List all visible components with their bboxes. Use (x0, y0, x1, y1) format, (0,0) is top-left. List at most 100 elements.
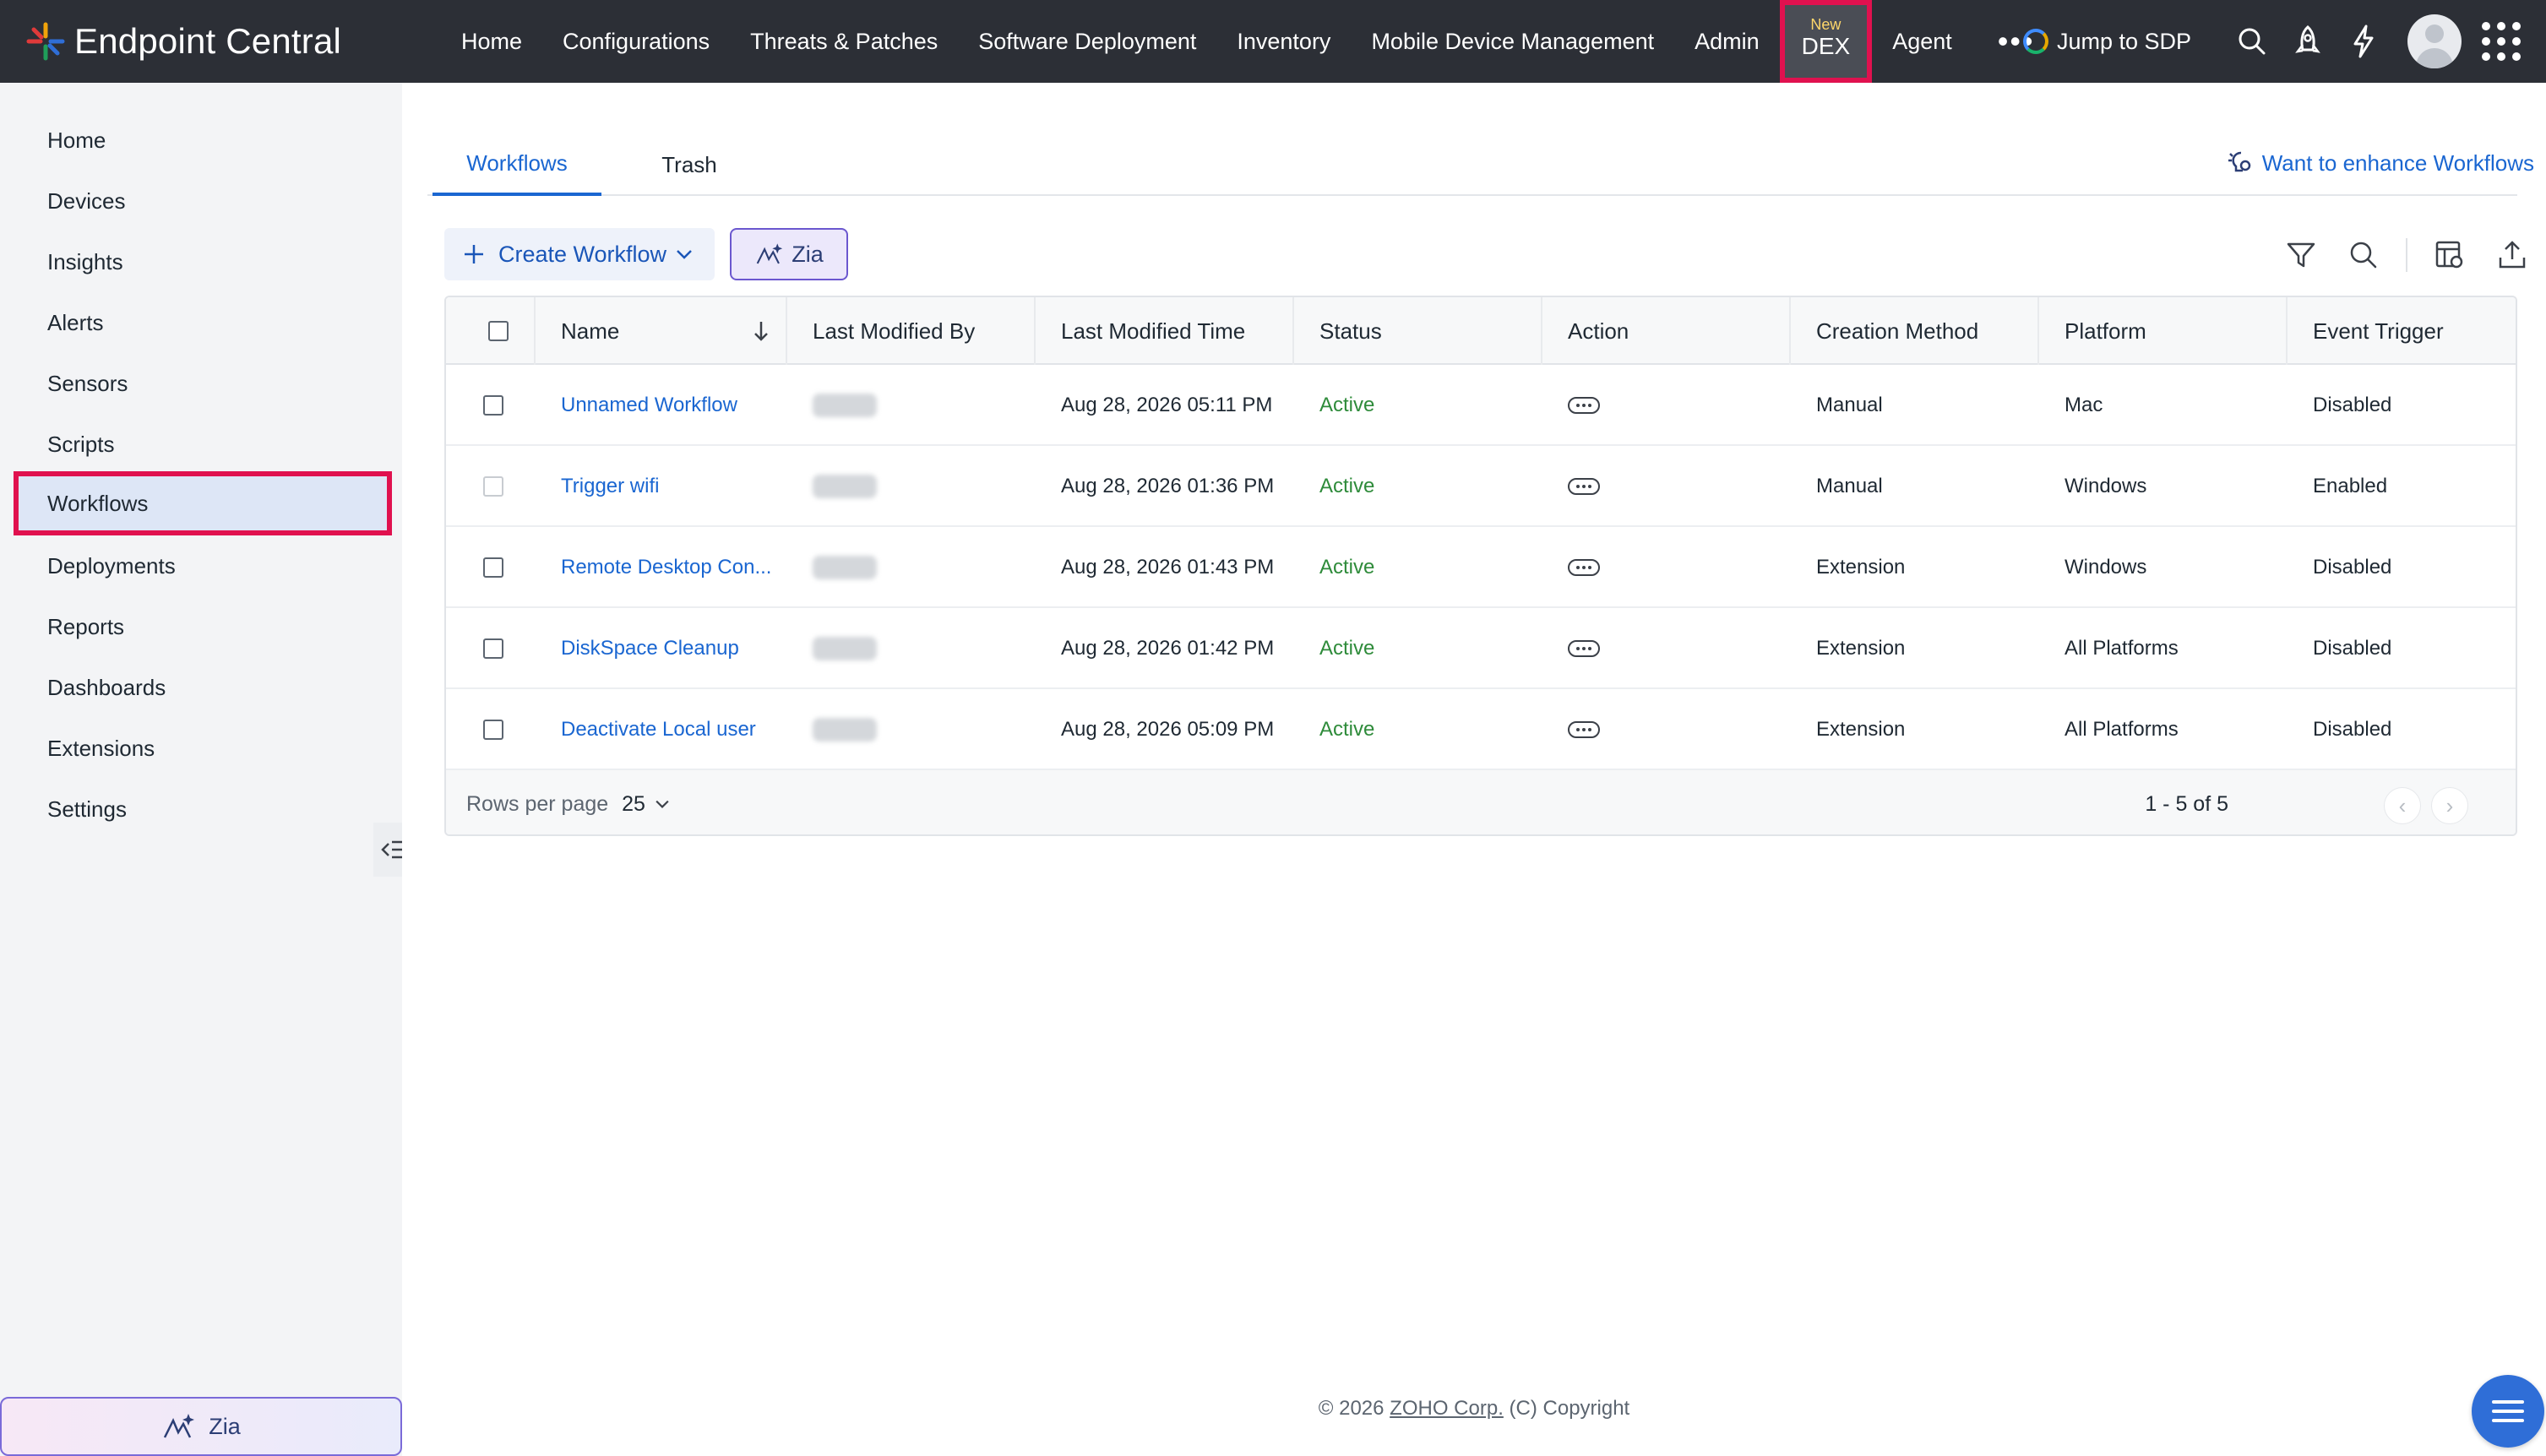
rows-per-page-select[interactable]: 25 (622, 792, 671, 817)
create-workflow-label: Create Workflow (498, 241, 667, 267)
row-checkbox[interactable] (483, 720, 503, 740)
top-right-tools: Jump to SDP (2022, 0, 2546, 83)
nav-configurations[interactable]: Configurations (542, 0, 730, 83)
sidebar-item-scripts[interactable]: Scripts (14, 414, 390, 475)
column-last-modified-by[interactable]: Last Modified By (787, 297, 1036, 365)
filter-icon[interactable] (2277, 231, 2325, 279)
workflow-tabs: Workflows Trash (427, 133, 2517, 196)
action-cell (1542, 608, 1600, 689)
column-platform[interactable]: Platform (2039, 297, 2288, 365)
sidebar-item-extensions[interactable]: Extensions (14, 718, 390, 779)
nav-software-deployment[interactable]: Software Deployment (958, 0, 1216, 83)
column-creation-method[interactable]: Creation Method (1791, 297, 2039, 365)
column-action[interactable]: Action (1542, 297, 1791, 365)
next-page-icon[interactable]: › (2431, 787, 2468, 824)
sidebar-item-settings[interactable]: Settings (14, 779, 390, 839)
nav-home[interactable]: Home (441, 0, 542, 83)
status-cell: Active (1319, 556, 1375, 579)
sidebar-item-devices[interactable]: Devices (14, 171, 390, 231)
column-event-trigger[interactable]: Event Trigger (2288, 297, 2516, 365)
column-last-modified-time[interactable]: Last Modified Time (1036, 297, 1294, 365)
row-select-cell (446, 446, 503, 527)
page-footer: © 2026 ZOHO Corp. (C) Copyright (402, 1397, 2546, 1421)
enhance-workflows-label: Want to enhance Workflows (2261, 149, 2534, 176)
zia-button[interactable]: Zia (730, 228, 848, 280)
chevron-down-icon (677, 250, 692, 259)
footer-suffix: (C) Copyright (1503, 1397, 1630, 1420)
workflow-name-link[interactable]: Remote Desktop Con... (536, 527, 771, 608)
sidebar-item-home[interactable]: Home (14, 110, 390, 171)
pagination-range: 1 - 5 of 5 (2145, 791, 2228, 816)
footer-prefix: © 2026 (1318, 1397, 1390, 1420)
apps-grid-icon[interactable] (2482, 22, 2521, 61)
row-checkbox[interactable] (483, 557, 503, 578)
jump-to-sdp-link[interactable]: Jump to SDP (2022, 29, 2191, 55)
row-checkbox[interactable] (483, 395, 503, 416)
column-status[interactable]: Status (1294, 297, 1542, 365)
creation-method-cell: Manual (1816, 475, 1883, 497)
table-row[interactable]: Trigger wifi Aug 28, 2026 01:36 PM Activ… (446, 446, 2516, 527)
tab-trash[interactable]: Trash (630, 133, 748, 196)
sidebar-item-dashboards[interactable]: Dashboards (14, 657, 390, 718)
workflow-name-link[interactable]: Deactivate Local user (536, 689, 756, 770)
workflow-name-link[interactable]: Trigger wifi (536, 446, 659, 527)
zoho-link[interactable]: ZOHO Corp. (1390, 1397, 1504, 1420)
table-row[interactable]: Unnamed Workflow Aug 28, 2026 05:11 PM A… (446, 365, 2516, 446)
export-icon[interactable] (2489, 231, 2536, 279)
nav-mobile-device-management[interactable]: Mobile Device Management (1351, 0, 1674, 83)
table-row[interactable]: DiskSpace Cleanup Aug 28, 2026 01:42 PM … (446, 608, 2516, 689)
sidebar-zia-label: Zia (209, 1413, 241, 1439)
search-icon[interactable] (2340, 231, 2387, 279)
workflows-table: Name Last Modified By Last Modified Time… (444, 296, 2517, 836)
event-trigger-cell: Disabled (2313, 394, 2392, 416)
sidebar-item-alerts[interactable]: Alerts (14, 292, 390, 353)
column-name[interactable]: Name (536, 297, 787, 365)
brand[interactable]: Endpoint Central (0, 0, 422, 83)
platform-cell: Mac (2065, 394, 2103, 416)
last-modified-by-cell (787, 527, 877, 608)
column-settings-icon[interactable] (2426, 231, 2473, 279)
table-row[interactable]: Deactivate Local user Aug 28, 2026 05:09… (446, 689, 2516, 770)
previous-page-icon[interactable]: ‹ (2384, 787, 2421, 824)
nav-agent[interactable]: Agent (1872, 0, 1972, 83)
tab-workflows[interactable]: Workflows (432, 133, 601, 196)
nav-dex[interactable]: New DEX (1779, 0, 1873, 83)
row-checkbox[interactable] (483, 476, 503, 497)
sidebar-item-sensors[interactable]: Sensors (14, 353, 390, 414)
sidebar-item-workflows[interactable]: Workflows (14, 471, 392, 535)
platform-cell: Windows (2065, 556, 2147, 579)
redacted-user (813, 394, 877, 417)
create-workflow-button[interactable]: Create Workflow (444, 228, 715, 280)
search-icon[interactable] (2225, 14, 2279, 68)
nav-inventory[interactable]: Inventory (1216, 0, 1351, 83)
status-cell: Active (1319, 475, 1375, 497)
platform-cell: All Platforms (2065, 718, 2179, 741)
creation-method-cell: Manual (1816, 394, 1883, 416)
sidebar-item-insights[interactable]: Insights (14, 231, 390, 292)
table-row[interactable]: Remote Desktop Con... Aug 28, 2026 01:43… (446, 527, 2516, 608)
more-actions-icon[interactable] (1568, 397, 1600, 414)
floating-menu-button[interactable] (2472, 1375, 2544, 1448)
more-actions-icon[interactable] (1568, 559, 1600, 576)
more-actions-icon[interactable] (1568, 721, 1600, 738)
workflow-name-link[interactable]: DiskSpace Cleanup (536, 608, 739, 689)
event-trigger-cell: Enabled (2313, 475, 2388, 497)
rocket-icon[interactable] (2281, 14, 2335, 68)
main-nav: Home Configurations Threats & Patches So… (441, 0, 2060, 83)
avatar[interactable] (2407, 14, 2462, 68)
enhance-workflows-link[interactable]: Want to enhance Workflows (2227, 149, 2534, 177)
more-actions-icon[interactable] (1568, 478, 1600, 495)
workflow-name-link[interactable]: Unnamed Workflow (536, 365, 737, 446)
lightning-icon[interactable] (2337, 14, 2391, 68)
more-actions-icon[interactable] (1568, 640, 1600, 657)
nav-admin[interactable]: Admin (1674, 0, 1780, 83)
table-footer: Rows per page 25 1 - 5 of 5 ‹ › (446, 770, 2516, 834)
select-all-checkbox[interactable] (488, 321, 509, 341)
creation-method-cell: Extension (1816, 637, 1906, 660)
nav-threats-patches[interactable]: Threats & Patches (730, 0, 958, 83)
sidebar-item-reports[interactable]: Reports (14, 596, 390, 657)
sidebar: Home Devices Insights Alerts Sensors Scr… (0, 83, 416, 1456)
row-checkbox[interactable] (483, 638, 503, 659)
sidebar-zia-button[interactable]: Zia (0, 1397, 402, 1456)
sidebar-item-deployments[interactable]: Deployments (14, 535, 390, 596)
